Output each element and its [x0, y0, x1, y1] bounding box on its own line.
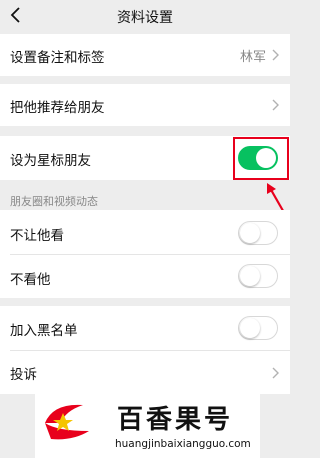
remark-label: 设置备注和标签 [10, 50, 105, 66]
page-title: 资料设置 [117, 10, 173, 26]
star-friend-label: 设为星标朋友 [10, 153, 91, 169]
complain-row[interactable]: 投诉 [0, 350, 290, 394]
recommend-row[interactable]: 把他推荐给朋友 [0, 84, 290, 126]
brand-logo-icon [45, 404, 89, 440]
hide-his-label: 不看他 [10, 272, 51, 288]
blacklist-group: 加入黑名单 投诉 [0, 306, 290, 394]
blacklist-label: 加入黑名单 [10, 323, 78, 339]
highlight-box [233, 137, 289, 180]
blacklist-row: 加入黑名单 [0, 306, 290, 350]
hide-moments-row: 不让他看 [0, 210, 290, 254]
remark-value: 林军 [239, 50, 266, 65]
toggle-knob [240, 223, 260, 243]
watermark-url: huangjinbaixiangguo.com [115, 438, 251, 450]
hide-moments-label: 不让他看 [10, 228, 64, 244]
nav-bar: 资料设置 [0, 0, 290, 32]
complain-label: 投诉 [10, 367, 37, 383]
hide-his-toggle[interactable] [238, 264, 278, 288]
watermark: 百香果号 huangjinbaixiangguo.com [35, 393, 260, 458]
blacklist-toggle[interactable] [238, 316, 278, 340]
hide-moments-toggle[interactable] [238, 221, 278, 245]
remark-row[interactable]: 设置备注和标签 林军 [0, 34, 290, 76]
toggle-knob [240, 318, 260, 338]
moments-section-title: 朋友圈和视频动态 [10, 195, 98, 208]
moments-group: 不让他看 不看他 [0, 210, 290, 298]
chevron-right-icon [272, 49, 279, 61]
chevron-right-icon [272, 367, 279, 379]
recommend-label: 把他推荐给朋友 [10, 100, 105, 116]
toggle-knob [240, 266, 260, 286]
watermark-title: 百香果号 [117, 405, 234, 435]
chevron-right-icon [272, 99, 279, 111]
hide-his-row: 不看他 [0, 254, 290, 298]
